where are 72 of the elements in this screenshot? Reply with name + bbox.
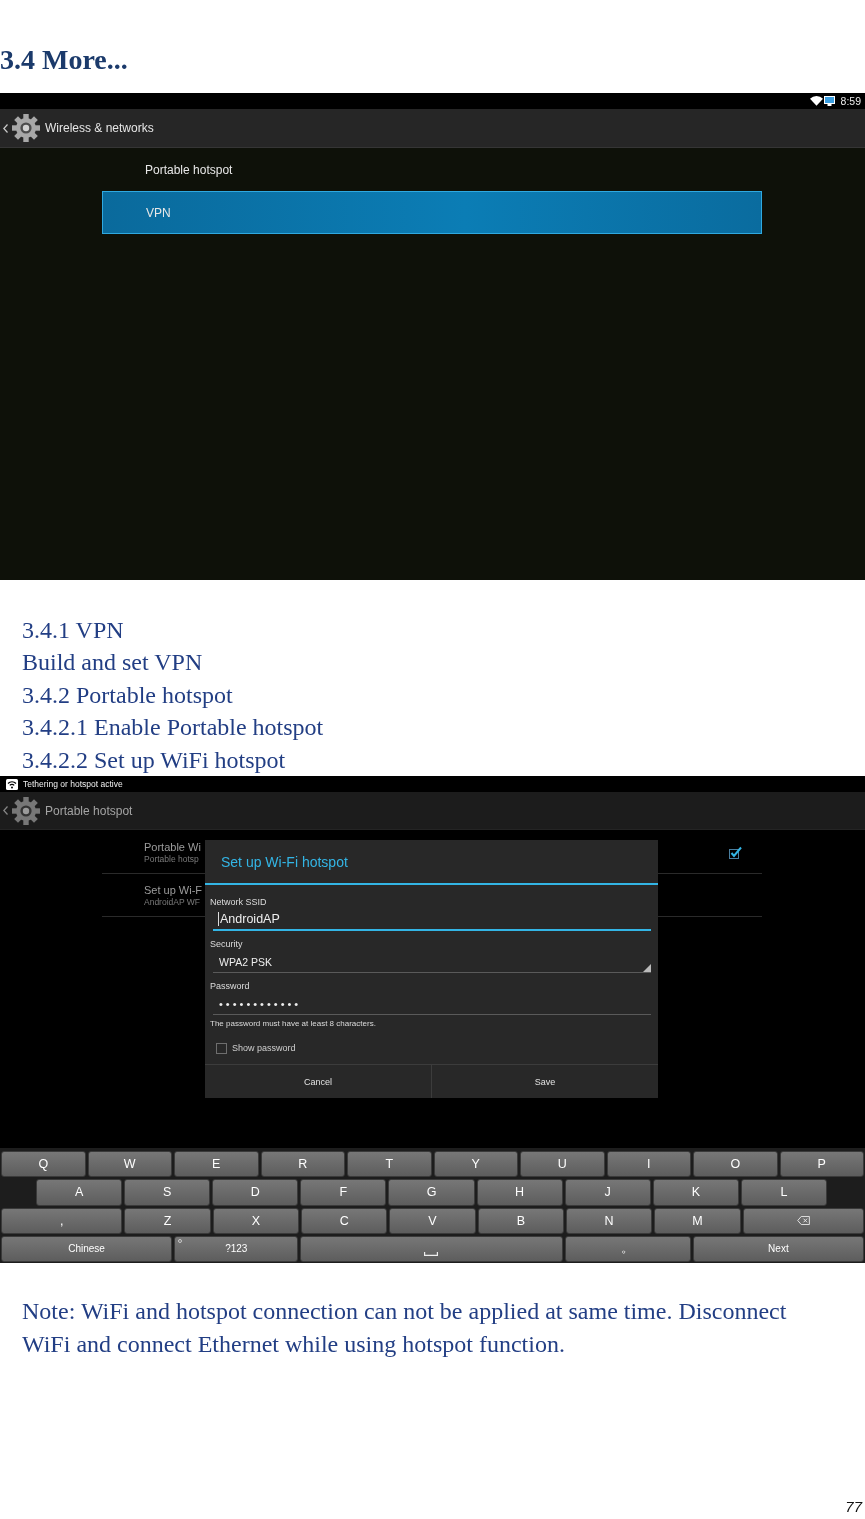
settings-icon (11, 795, 41, 826)
backspace-icon (796, 1216, 810, 1226)
keyboard-key[interactable]: Chinese (1, 1235, 173, 1263)
keyboard-key[interactable]: M (654, 1207, 741, 1234)
keyboard-key[interactable]: A (36, 1179, 123, 1206)
field-label: Security (210, 939, 243, 951)
keyboard-key[interactable]: I (606, 1151, 691, 1178)
section-line: 3.4.1 VPN (21, 616, 124, 645)
keyboard-key[interactable]: W (87, 1151, 172, 1178)
field-label: Password (210, 981, 250, 993)
keyboard-key[interactable]: O (693, 1151, 778, 1178)
text-cursor (218, 912, 219, 927)
list-item-title[interactable]: Set up Wi-F (144, 882, 203, 897)
settings-list-item[interactable]: Portable hotspot (102, 148, 762, 191)
status-time: 8:59 (840, 95, 861, 107)
settings-icon (11, 113, 41, 143)
list-item-subtitle: Portable hotsp (144, 853, 199, 865)
keyboard-key[interactable]: Z (124, 1207, 211, 1234)
keyboard-key[interactable]: Y (433, 1151, 518, 1178)
section-heading: 3.4 More... (0, 43, 128, 77)
keyboard-key[interactable]: S (124, 1179, 211, 1206)
keyboard-key[interactable]: L (740, 1179, 827, 1206)
section-line: Build and set VPN (21, 648, 203, 678)
keyboard-key[interactable]: D (212, 1179, 299, 1206)
keyboard-key[interactable]: ?123 (174, 1235, 299, 1263)
section-line: 3.4.2 Portable hotspot (21, 680, 233, 710)
keyboard-key[interactable]: N (565, 1207, 653, 1234)
keyboard-key[interactable]: R (260, 1151, 345, 1178)
dropdown-field[interactable]: WPA2 PSK (213, 951, 651, 974)
hint-text: The password must have at least 8 characters. (210, 1019, 376, 1030)
dropdown-corner-icon (643, 964, 651, 973)
section-line: 3.4.2.2 Set up WiFi hotspot (21, 745, 286, 775)
checkbox-label[interactable]: Show password (232, 1043, 296, 1054)
space-bar-icon (424, 1251, 439, 1256)
wifi-icon (809, 96, 823, 106)
page-number: 77 (845, 1498, 862, 1516)
keyboard-key[interactable]: P (779, 1151, 864, 1178)
keyboard-key[interactable]: T (347, 1151, 432, 1178)
keyboard-key[interactable]: G (388, 1179, 475, 1206)
back-caret-icon[interactable] (3, 806, 8, 816)
list-item-subtitle: AndroidAP WF (144, 896, 201, 908)
keyboard-key[interactable]: V (389, 1207, 476, 1234)
checkbox[interactable] (729, 845, 742, 859)
checkbox[interactable] (216, 1042, 227, 1054)
keyboard-key[interactable]: H (476, 1179, 563, 1206)
keyboard-key[interactable]: E (174, 1151, 259, 1178)
keyboard-key[interactable]: X (212, 1207, 300, 1234)
keyboard-key[interactable]: 。 (564, 1235, 691, 1263)
delete-key[interactable] (742, 1207, 864, 1234)
field-label: Network SSID (210, 897, 267, 909)
keyboard-key[interactable]: , (1, 1207, 123, 1234)
monitor-icon (823, 96, 835, 106)
list-item-title[interactable]: Portable Wi (144, 839, 201, 854)
keyboard-key[interactable]: K (652, 1179, 739, 1206)
keyboard-key[interactable]: B (477, 1207, 564, 1234)
note-paragraph: Note: WiFi and hotspot connection can not be applied at same time. Disconnect WiFi and connect Ethernet while using hotspot function. (21, 1297, 788, 1360)
action-bar-title: Portable hotspot (45, 803, 133, 818)
action-bar-title: Wireless & networks (45, 121, 154, 135)
text-input[interactable]: AndroidAP (213, 909, 651, 932)
back-caret-icon[interactable] (3, 123, 8, 133)
section-line: 3.4.2.1 Enable Portable hotspot (21, 713, 324, 743)
dialog-title: Set up Wi-Fi hotspot (205, 840, 658, 886)
notification-text: Tethering or hotspot active (23, 779, 123, 790)
keyboard-key[interactable]: Next (692, 1235, 864, 1263)
keyboard-key[interactable]: C (301, 1207, 388, 1234)
settings-list-item[interactable]: VPN (102, 191, 762, 234)
keyboard-key[interactable]: F (300, 1179, 387, 1206)
space-key[interactable] (300, 1235, 563, 1263)
keyboard-key[interactable]: J (564, 1179, 651, 1206)
keyboard-key[interactable]: Q (1, 1151, 86, 1178)
keyboard-key[interactable]: U (520, 1151, 605, 1178)
password-field[interactable]: •••••••••••• (213, 993, 651, 1016)
